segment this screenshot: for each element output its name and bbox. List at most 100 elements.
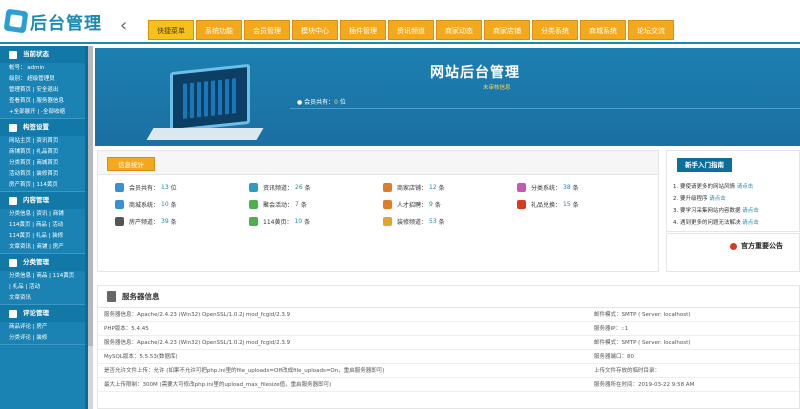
server-row-right: 服务器所在时间：2019-03-22 9:58 AM — [594, 382, 695, 388]
nav-tab-5[interactable]: 插件管理 — [340, 20, 386, 40]
server-title: 服务器信息 — [122, 291, 160, 301]
sidebar-link-row[interactable]: 活动首页 | 装修首页 — [0, 169, 85, 180]
stat-item[interactable]: 房产频道： 39 条 — [115, 217, 249, 226]
sidebar-link-row[interactable]: | 礼品 | 活动 — [0, 282, 85, 293]
nav-tab-7[interactable]: 商家动态 — [436, 20, 482, 40]
sidebar-scrollbar[interactable] — [88, 46, 93, 409]
sidebar-group-header[interactable]: 内容管理 — [0, 192, 85, 209]
nav-tab-3[interactable]: 会员管理 — [244, 20, 290, 40]
help-item-link[interactable]: 请点击 — [737, 184, 754, 190]
help-item-text: 2. 要升级程序 — [673, 196, 710, 202]
sidebar-group: 评论管理商品评论 | 房产 分类评论 | 装修 — [0, 305, 85, 345]
stat-icon — [383, 200, 392, 209]
stat-item[interactable]: 分类系统： 38 条 — [517, 183, 651, 192]
server-row-left: 是否允许文件上传：允许 (如果不允许可把php.ini里的file_upload… — [104, 368, 385, 374]
stat-value: 10 — [294, 218, 303, 225]
sidebar-group-icon — [9, 50, 17, 59]
help-item-link[interactable]: 请点击 — [709, 196, 726, 202]
stat-unit: 位 — [170, 185, 177, 192]
stat-unit: 条 — [572, 202, 579, 209]
sidebar-link-row[interactable]: 商品评论 | 房产 — [0, 322, 85, 333]
logo[interactable]: 后台管理 — [3, 8, 107, 34]
stat-value: 15 — [563, 201, 571, 208]
chevron-left-icon[interactable]: ‹ — [120, 16, 134, 38]
server-row-right: 服务器IP：::1 — [594, 326, 629, 332]
banner-divider — [290, 108, 800, 109]
nav-tab-4[interactable]: 模块中心 — [292, 20, 338, 40]
server-row-left: PHP版本：5.4.45 — [104, 326, 149, 332]
sidebar-link-row[interactable]: 商铺首页 | 礼品首页 — [0, 147, 85, 158]
server-row: 是否允许文件上传：允许 (如果不允许可把php.ini里的file_upload… — [98, 364, 799, 378]
stat-label: 会员共有： — [129, 185, 160, 192]
help-item: 2. 要升级程序 请点击 — [673, 193, 759, 205]
nav-tab-10[interactable]: 商城系统 — [580, 20, 626, 40]
sidebar-link-row[interactable]: 房产首页 | 114黄页 — [0, 180, 85, 191]
sidebar-link-row[interactable]: 分类评论 | 装修 — [0, 333, 85, 344]
stat-item[interactable]: 会员共有： 13 位 — [115, 183, 249, 192]
info-stats-tab[interactable]: 信息统计 — [107, 157, 155, 171]
stat-icon — [249, 183, 258, 192]
sidebar-group: 当前状态 帐号： admin 级别： 超级管理员 管理首页 | 安全退出 查看首页 | … — [0, 46, 85, 119]
sidebar-group: 构签设置 网站主页 | 资讯首页 商铺首页 | 礼品首页 分类首页 | 商城首页 活动首… — [0, 119, 85, 192]
sidebar-link-row[interactable]: 级别： 超级管理员 — [0, 74, 85, 85]
sidebar-group-title: 分类管理 — [23, 258, 49, 266]
server-row-left: 服务器信息：Apache/2.4.23 (Win32) OpenSSL/1.0.… — [104, 312, 291, 318]
stat-item[interactable]: 商城系统： 10 条 — [115, 200, 249, 209]
sidebar-link-row[interactable]: 114黄页 | 商品 | 活动 — [0, 220, 85, 231]
stat-item[interactable]: 聚会活动： 7 条 — [249, 200, 383, 209]
nav-tab-9[interactable]: 分类系统 — [532, 20, 578, 40]
sidebar-group-icon — [9, 309, 17, 318]
sidebar-group-title: 评论管理 — [23, 309, 49, 317]
notice-title-text: 官方重要公告 — [741, 242, 783, 250]
server-row-right: 服务器端口：80 — [594, 354, 634, 360]
stat-icon — [115, 183, 124, 192]
stat-item[interactable]: 商家店铺： 12 条 — [383, 183, 517, 192]
nav-tab-8[interactable]: 商家店铺 — [484, 20, 530, 40]
stat-item[interactable]: 114黄页： 10 条 — [249, 217, 383, 226]
stat-icon — [517, 200, 526, 209]
sidebar-link-row[interactable]: 帐号： admin — [0, 63, 85, 74]
server-row: MySQL版本：5.5.53(数据库) 服务器端口：80 — [98, 350, 799, 364]
scrollbar-thumb[interactable] — [88, 46, 93, 346]
nav-tab-11[interactable]: 论坛交流 — [628, 20, 674, 40]
stat-label: 房产频道： — [129, 219, 160, 226]
sidebar-link-row[interactable]: 114黄页 | 礼品 | 装修 — [0, 231, 85, 242]
banner-subtitle[interactable]: 未审核信息 — [483, 83, 511, 91]
stat-item[interactable]: 人才招聘： 9 条 — [383, 200, 517, 209]
sidebar-group-icon — [9, 196, 17, 205]
sidebar-link-row[interactable]: +全部展开 | -全部收缩 — [0, 107, 85, 118]
sidebar-link-row[interactable]: 分类信息 | 商品 | 114黄页 — [0, 271, 85, 282]
sidebar-link-row[interactable]: 管理首页 | 安全退出 — [0, 85, 85, 96]
sidebar-group-header[interactable]: 构签设置 — [0, 119, 85, 136]
sidebar-link-row[interactable]: 分类首页 | 商城首页 — [0, 158, 85, 169]
stat-item[interactable]: 资讯频道： 26 条 — [249, 183, 383, 192]
server-row: 服务器信息：Apache/2.4.23 (Win32) OpenSSL/1.0.… — [98, 336, 799, 350]
notice-title[interactable]: 官方重要公告 — [730, 241, 783, 251]
sidebar-link-row[interactable]: 分类信息 | 资讯 | 商铺 — [0, 209, 85, 220]
nav-tab-1[interactable]: 快捷菜单 — [148, 20, 194, 40]
stat-item[interactable]: 礼品兑换： 15 条 — [517, 200, 651, 209]
stat-label: 商城系统： — [129, 202, 160, 209]
help-item-link[interactable]: 请点击 — [742, 220, 759, 226]
help-item-link[interactable]: 请点击 — [742, 208, 759, 214]
sidebar-link-row[interactable]: 文章资讯 — [0, 293, 85, 304]
sidebar-group-header[interactable]: 分类管理 — [0, 254, 85, 271]
sidebar-group: 内容管理 分类信息 | 资讯 | 商铺 114黄页 | 商品 | 活动 114黄页 |… — [0, 192, 85, 254]
nav-tab-2[interactable]: 系统功能 — [196, 20, 242, 40]
stat-item[interactable]: 装修频道： 53 条 — [383, 217, 517, 226]
logo-cube-icon — [3, 8, 29, 34]
help-item: 3. 要学习采集网站内容数据 请点击 — [673, 205, 759, 217]
sidebar-group-header[interactable]: 当前状态 — [0, 46, 85, 63]
sidebar-group-header[interactable]: 评论管理 — [0, 305, 85, 322]
nav-tab-6[interactable]: 资讯频道 — [388, 20, 434, 40]
sidebar-link-row[interactable]: 文章资讯 | 商铺 | 房产 — [0, 242, 85, 253]
stat-value: 12 — [429, 184, 437, 191]
stat-unit: 条 — [438, 185, 445, 192]
help-title[interactable]: 新手入门指南 — [677, 158, 732, 172]
sidebar: 当前状态 帐号： admin 级别： 超级管理员 管理首页 | 安全退出 查看首页 | … — [0, 46, 88, 409]
server-icon — [107, 291, 116, 302]
stat-icon — [383, 183, 392, 192]
sidebar-link-row[interactable]: 查看首页 | 服务器信息 — [0, 96, 85, 107]
server-row: PHP版本：5.4.45 服务器IP：::1 — [98, 322, 799, 336]
sidebar-link-row[interactable]: 网站主页 | 资讯首页 — [0, 136, 85, 147]
